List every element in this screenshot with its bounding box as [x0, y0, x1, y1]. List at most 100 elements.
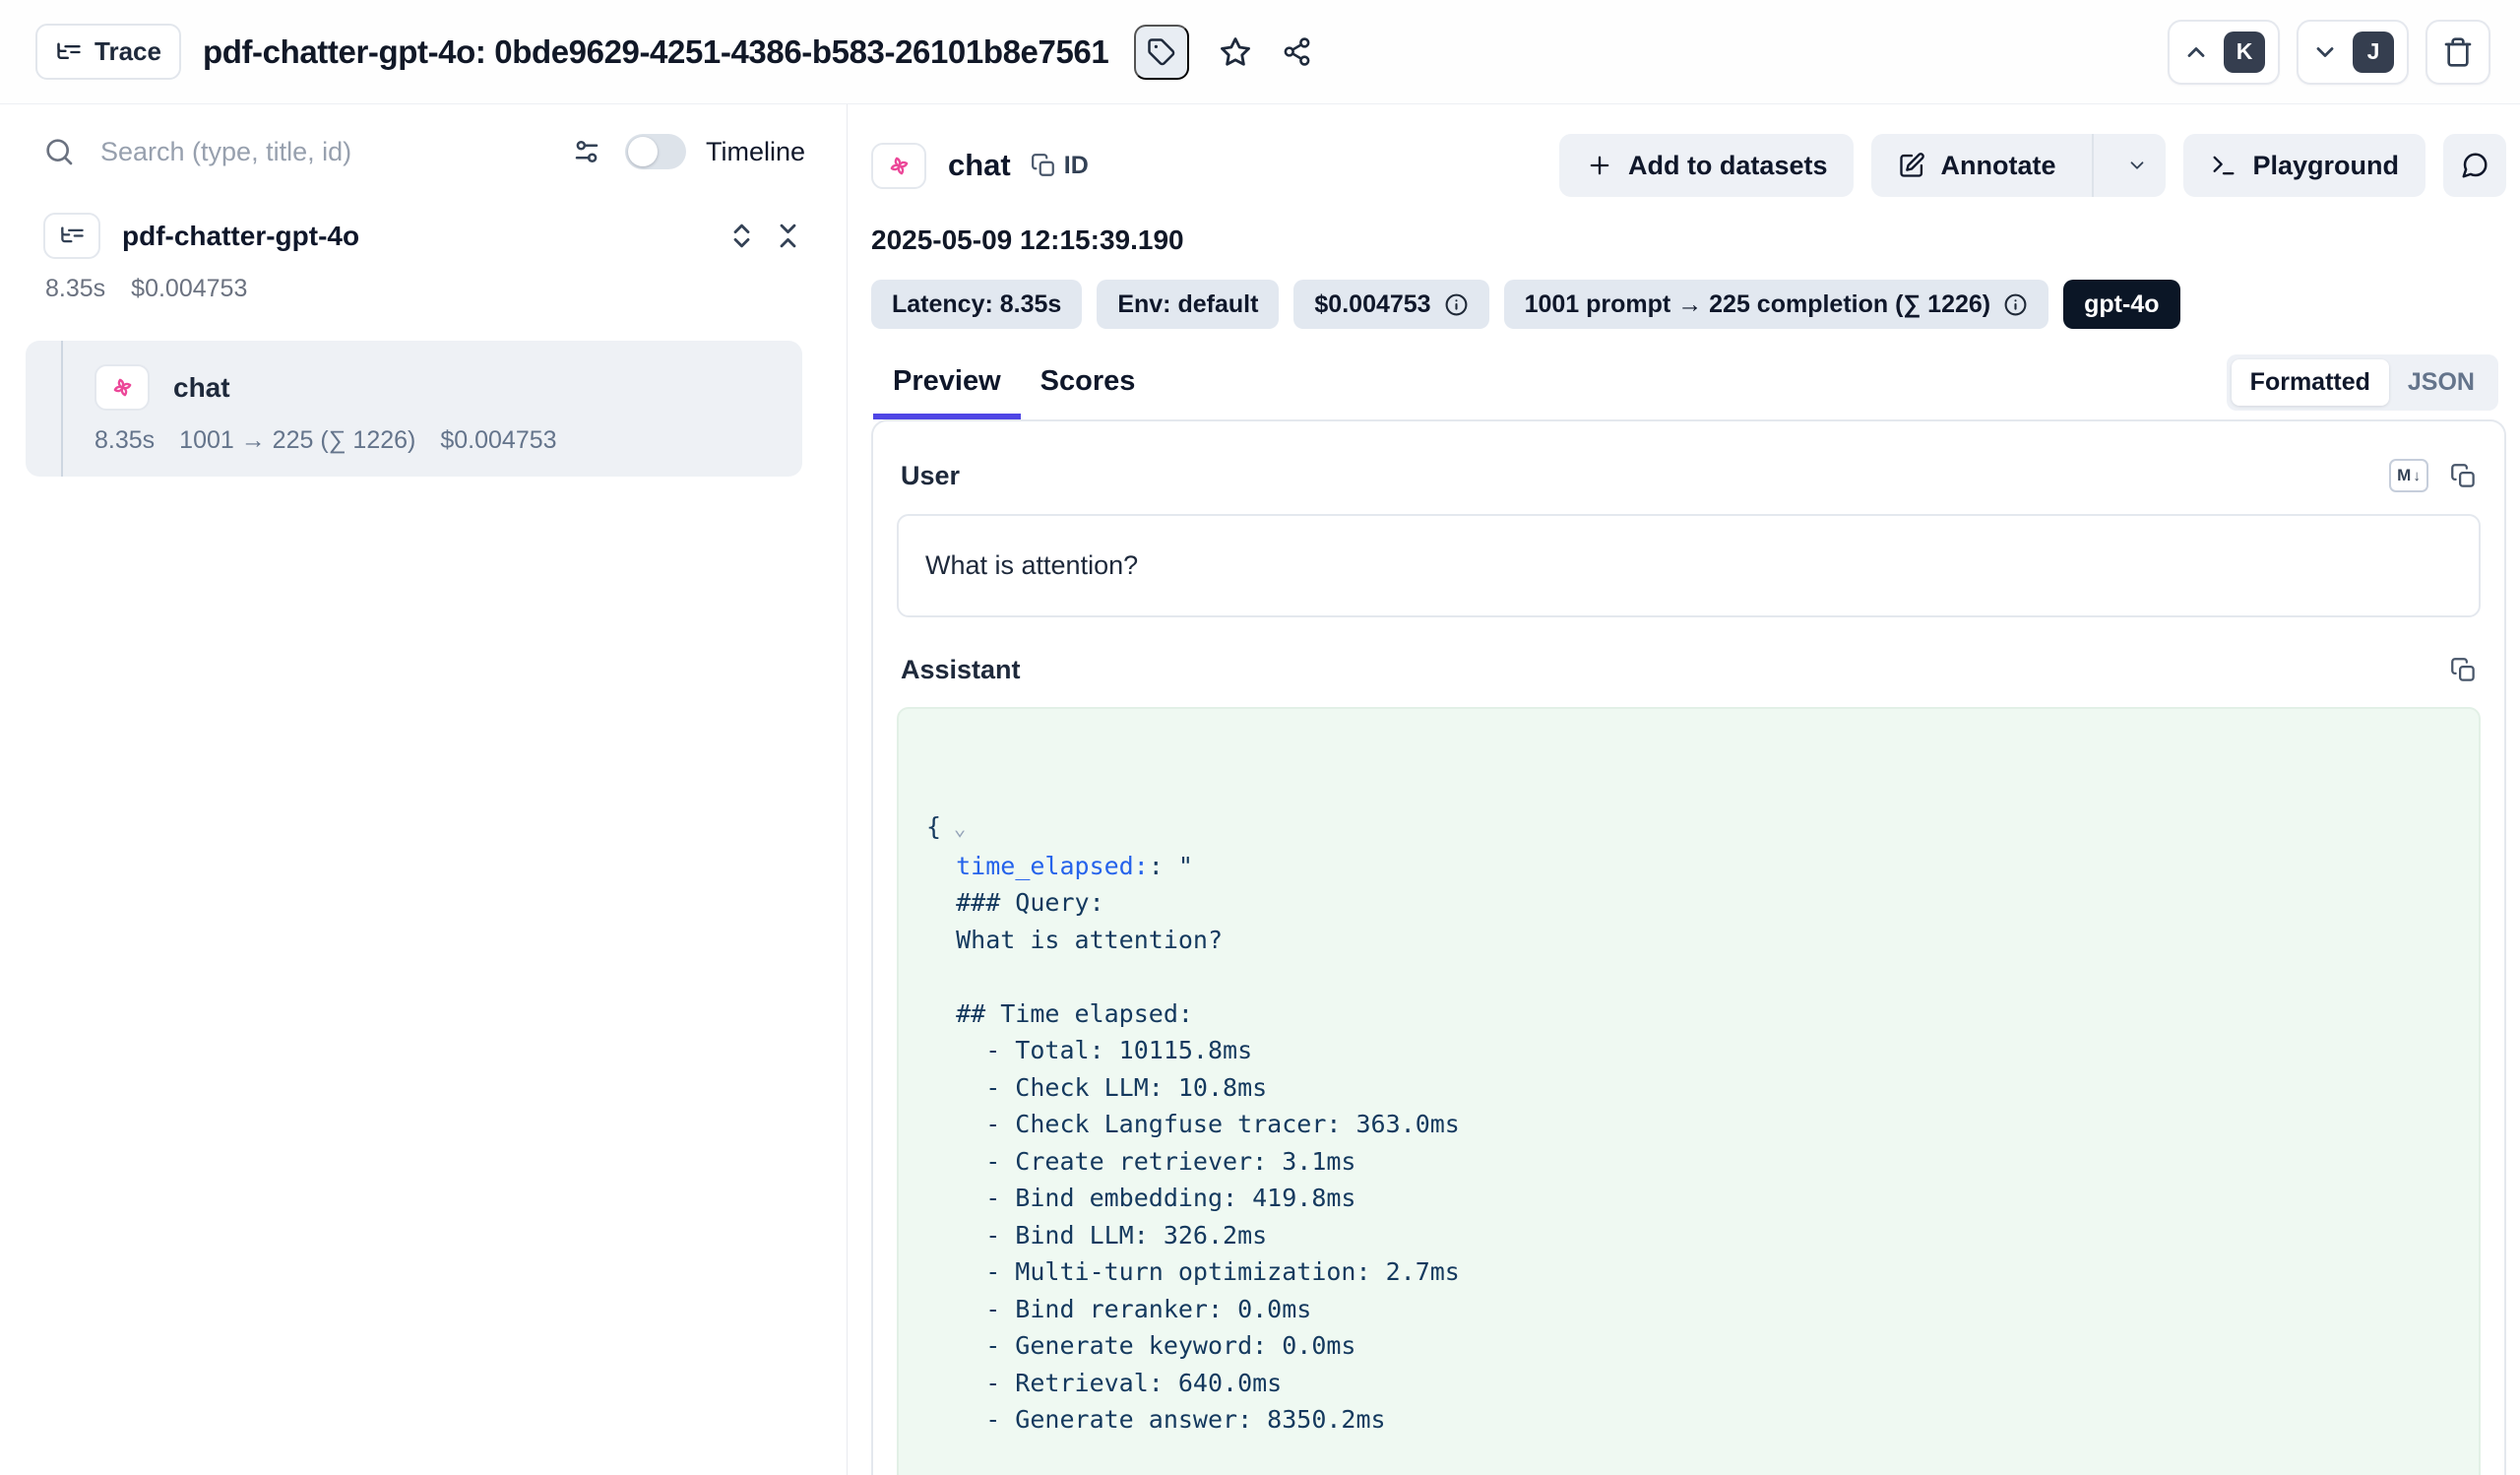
model-badge: gpt-4o — [2063, 280, 2179, 329]
comments-button[interactable] — [2443, 134, 2506, 197]
chevrons-up-down-icon — [726, 221, 757, 251]
timeline-toggle-label: Timeline — [706, 137, 805, 167]
metrics-badges-row: Latency: 8.35s Env: default $0.004753 10… — [871, 280, 2506, 329]
copy-user-content-button[interactable] — [2450, 463, 2477, 489]
latency-badge-label: Latency: 8.35s — [892, 290, 1061, 319]
copy-assistant-content-button[interactable] — [2450, 657, 2477, 683]
tree-item-name: chat — [173, 372, 230, 404]
tags-button[interactable] — [1134, 25, 1189, 80]
root-cost: $0.004753 — [131, 275, 247, 303]
list-tree-icon — [59, 223, 86, 249]
tag-icon — [1147, 37, 1176, 67]
search-icon — [43, 136, 75, 167]
root-latency: 8.35s — [45, 275, 105, 303]
info-icon[interactable] — [2003, 292, 2028, 317]
trace-tree-sidebar: Timeline pdf-chatter-gpt-4o 8.35s — [0, 104, 848, 1475]
tree-settings-button[interactable] — [572, 137, 601, 166]
search-input[interactable] — [100, 137, 560, 167]
item-latency: 8.35s — [94, 426, 155, 455]
observation-timestamp: 2025-05-09 12:15:39.190 — [871, 224, 2506, 256]
observation-title: chat — [948, 148, 1011, 183]
info-icon[interactable] — [1444, 292, 1469, 317]
latency-badge: Latency: 8.35s — [871, 280, 1082, 329]
assistant-json-code[interactable]: { ⌄ time_elapsed:: " ### Query: What is … — [926, 808, 2451, 1475]
trace-node-icon-badge — [43, 213, 100, 259]
assistant-section-title: Assistant — [901, 655, 2428, 685]
generation-pinwheel-icon — [886, 153, 913, 179]
tab-scores[interactable]: Scores — [1039, 365, 1138, 419]
markdown-icon: M — [2397, 466, 2411, 485]
delete-trace-button[interactable] — [2426, 20, 2490, 85]
page-title: pdf-chatter-gpt-4o: 0bde9629-4251-4386-b… — [203, 33, 1108, 71]
add-to-datasets-label: Add to datasets — [1628, 151, 1828, 181]
tree-root-row[interactable]: pdf-chatter-gpt-4o — [43, 213, 803, 259]
cost-badge: $0.004753 — [1293, 280, 1488, 329]
arrow-down-icon: ↓ — [2413, 468, 2421, 484]
shortcut-key-k: K — [2224, 32, 2265, 73]
generation-pinwheel-icon — [109, 374, 136, 401]
copy-icon — [1031, 153, 1056, 178]
copy-icon — [2450, 463, 2477, 489]
item-cost: $0.004753 — [440, 426, 556, 455]
trash-icon — [2442, 36, 2474, 68]
app-header: Trace pdf-chatter-gpt-4o: 0bde9629-4251-… — [0, 0, 2520, 104]
comment-bubble-icon — [2460, 151, 2489, 180]
chevrons-down-up-icon — [773, 221, 803, 251]
chevron-down-icon — [2126, 155, 2148, 176]
trace-label: Trace — [94, 36, 161, 67]
edit-pen-icon — [1898, 152, 1925, 179]
generation-icon-badge — [94, 364, 150, 411]
tree-guide-line — [61, 341, 63, 477]
assistant-output-box: { ⌄ time_elapsed:: " ### Query: What is … — [897, 707, 2481, 1475]
annotate-button[interactable]: Annotate — [1871, 134, 2077, 197]
bookmark-star-button[interactable] — [1219, 35, 1252, 69]
token-usage-badge: 1001 prompt → 225 completion (∑ 1226) — [1504, 280, 2049, 329]
user-section-title: User — [901, 461, 2389, 491]
copy-icon — [2450, 657, 2477, 683]
collapse-all-button[interactable] — [773, 221, 803, 251]
format-toggle-formatted[interactable]: Formatted — [2232, 359, 2389, 406]
user-message-box: What is attention? — [897, 514, 2481, 617]
navigate-up-button[interactable]: K — [2168, 20, 2280, 85]
annotate-label: Annotate — [1940, 151, 2055, 181]
id-label: ID — [1064, 152, 1089, 180]
tree-root-name: pdf-chatter-gpt-4o — [122, 221, 726, 252]
format-toggle-json[interactable]: JSON — [2389, 359, 2493, 406]
trace-type-badge: Trace — [35, 24, 181, 80]
share-button[interactable] — [1282, 36, 1312, 67]
tree-item-chat[interactable]: chat 8.35s 1001 → 225 (∑ 1226) $0.004753 — [26, 341, 802, 477]
generation-icon-badge — [871, 143, 926, 189]
cost-badge-label: $0.004753 — [1314, 290, 1430, 319]
copy-id-button[interactable] — [1031, 153, 1056, 178]
playground-button[interactable]: Playground — [2183, 134, 2426, 197]
chevron-up-icon — [2182, 38, 2210, 66]
token-usage-badge-label: 1001 prompt → 225 completion (∑ 1226) — [1525, 290, 1991, 319]
annotate-split-button: Annotate — [1871, 134, 2166, 197]
model-badge-label: gpt-4o — [2084, 290, 2159, 319]
sliders-icon — [572, 137, 601, 166]
list-tree-icon — [55, 38, 83, 66]
annotate-menu-button[interactable] — [2109, 134, 2166, 197]
item-tokens: 1001 → 225 (∑ 1226) — [179, 426, 415, 455]
star-icon — [1219, 35, 1252, 69]
chevron-down-icon — [2311, 38, 2339, 66]
env-badge: Env: default — [1097, 280, 1279, 329]
tab-preview[interactable]: Preview — [891, 365, 1003, 419]
timeline-toggle[interactable] — [625, 134, 686, 169]
observation-detail-panel: chat ID Add to datasets Annotate — [848, 104, 2520, 1475]
shortcut-key-j: J — [2353, 32, 2394, 73]
expand-all-button[interactable] — [726, 221, 757, 251]
format-toggle: Formatted JSON — [2227, 354, 2498, 411]
terminal-icon — [2210, 152, 2237, 179]
add-to-datasets-button[interactable]: Add to datasets — [1559, 134, 1855, 197]
plus-icon — [1586, 152, 1613, 179]
navigate-down-button[interactable]: J — [2297, 20, 2409, 85]
playground-label: Playground — [2252, 151, 2399, 181]
detail-tabs: Preview Scores Formatted JSON — [871, 358, 2506, 419]
env-badge-label: Env: default — [1117, 290, 1258, 319]
markdown-toggle-button[interactable]: M↓ — [2389, 459, 2428, 492]
share-icon — [1282, 36, 1312, 67]
preview-card: User M↓ What is attention? Assistant — [871, 419, 2506, 1475]
button-divider — [2092, 134, 2094, 197]
user-message-text: What is attention? — [925, 550, 1138, 580]
